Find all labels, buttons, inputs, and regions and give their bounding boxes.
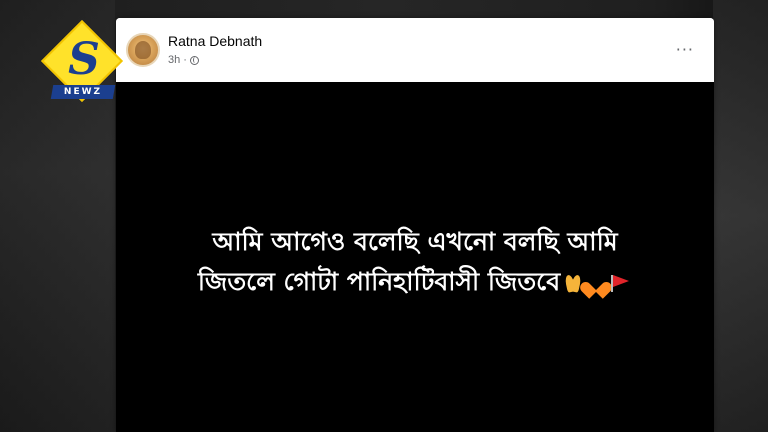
post-meta: 3h ·: [168, 54, 199, 66]
video-frame: Ratna Debnath 3h · ··· আমি আগেও বলেছি এখ…: [0, 0, 768, 432]
post-header: Ratna Debnath 3h · ···: [116, 18, 714, 82]
post-text: আমি আগেও বলেছি এখনো বলছি আমি জিতলে গোটা …: [135, 222, 695, 302]
more-options-icon[interactable]: ···: [676, 40, 694, 59]
author-name[interactable]: Ratna Debnath: [168, 33, 262, 49]
orange-heart-icon: [586, 273, 606, 293]
logo-letter: S: [68, 34, 100, 85]
avatar-photo: [135, 41, 151, 59]
post-text-line-1: আমি আগেও বলেছি এখনো বলছি আমি: [212, 227, 618, 256]
background-blur-right: [713, 0, 768, 432]
post-body: আমি আগেও বলেছি এখনো বলছি আমি জিতলে গোটা …: [116, 82, 714, 432]
globe-icon: [189, 55, 199, 65]
post-time[interactable]: 3h ·: [168, 54, 187, 66]
red-flag-icon: [608, 273, 632, 293]
post-text-line-2: জিতলে গোটা পানিহাটিবাসী জিতবে: [197, 267, 561, 296]
emoji-group: [562, 273, 632, 293]
avatar[interactable]: [126, 33, 160, 67]
channel-logo: S NEWZ: [38, 19, 130, 106]
logo-banner-text: NEWZ: [63, 87, 103, 97]
facebook-post-card: Ratna Debnath 3h · ··· আমি আগেও বলেছি এখ…: [116, 18, 714, 432]
